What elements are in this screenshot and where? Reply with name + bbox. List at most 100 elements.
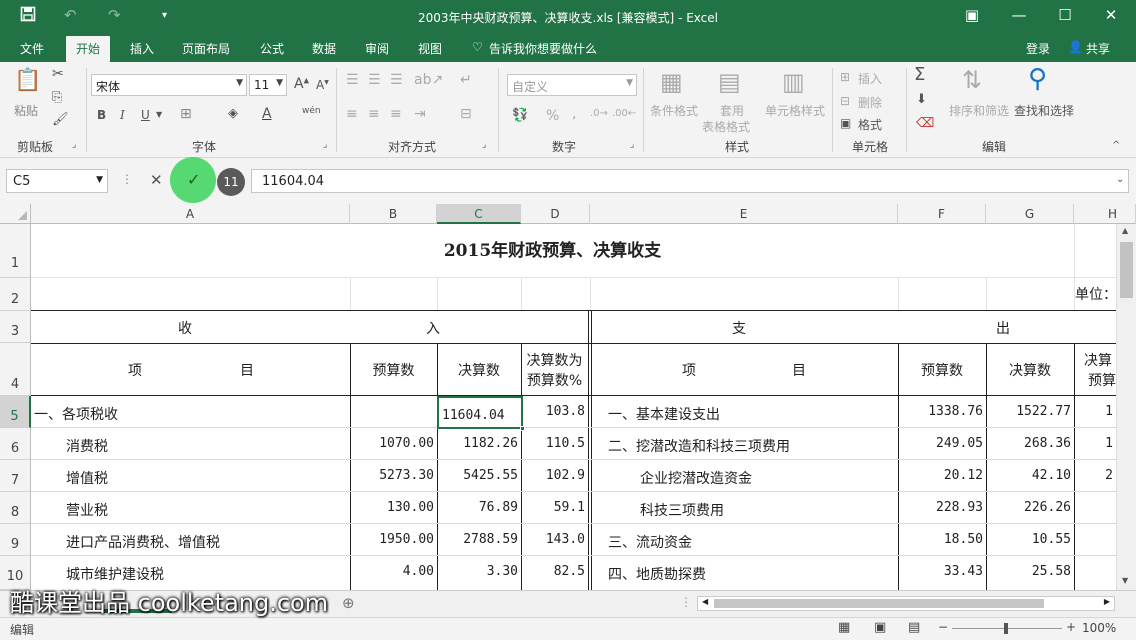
cell-b10[interactable]: 4.00 bbox=[351, 564, 437, 579]
clear-icon[interactable]: ⌫ bbox=[916, 116, 934, 131]
italic-button[interactable]: I bbox=[120, 108, 125, 122]
cell-h7[interactable]: 2 bbox=[1075, 468, 1116, 483]
tab-view[interactable]: 视图 bbox=[418, 40, 442, 57]
column-header-h[interactable]: H bbox=[1074, 204, 1136, 224]
zoom-level[interactable]: 100% bbox=[1082, 621, 1116, 635]
cell-f7[interactable]: 20.12 bbox=[899, 468, 986, 483]
underline-button[interactable]: U bbox=[141, 108, 150, 122]
currency-icon[interactable]: 💱 bbox=[512, 108, 528, 123]
column-header-g[interactable]: G bbox=[986, 204, 1074, 224]
paste-button[interactable]: 粘贴 bbox=[14, 102, 38, 119]
delete-cells-icon[interactable]: ⊟ bbox=[840, 94, 850, 108]
column-header-c[interactable]: C bbox=[437, 204, 521, 224]
font-size-select[interactable]: 11 ▼ bbox=[249, 74, 287, 96]
cell-d7[interactable]: 102.9 bbox=[522, 468, 588, 483]
border-icon[interactable]: ⊞ bbox=[180, 106, 192, 122]
enter-entry-button[interactable]: ✓ bbox=[187, 170, 200, 189]
vertical-scroll-thumb[interactable] bbox=[1120, 242, 1133, 298]
header-pct-right-line2[interactable]: 预算 bbox=[1088, 370, 1116, 390]
orientation-icon[interactable]: ab↗ bbox=[414, 72, 443, 88]
row-header-3[interactable]: 3 bbox=[0, 311, 31, 343]
cell-c8[interactable]: 76.89 bbox=[438, 500, 521, 515]
align-left-icon[interactable]: ≡ bbox=[346, 106, 358, 122]
cell-g10[interactable]: 25.58 bbox=[987, 564, 1074, 579]
collapse-ribbon-icon[interactable]: ^ bbox=[1112, 140, 1120, 151]
align-top-icon[interactable]: ☰ bbox=[346, 72, 359, 88]
cell-a9[interactable]: 进口产品消费税、增值税 bbox=[66, 532, 376, 552]
sort-filter-icon[interactable]: ⇅ bbox=[962, 66, 982, 94]
cell-f6[interactable]: 249.05 bbox=[899, 436, 986, 451]
cell-g8[interactable]: 226.26 bbox=[987, 500, 1074, 515]
cell-d9[interactable]: 143.0 bbox=[522, 532, 588, 547]
cell-c9[interactable]: 2788.59 bbox=[438, 532, 521, 547]
grow-font-icon[interactable]: A▲ bbox=[294, 76, 309, 92]
cell-d10[interactable]: 82.5 bbox=[522, 564, 588, 579]
income-label-left[interactable]: 收 bbox=[178, 318, 192, 338]
font-name-select[interactable]: 宋体 ▼ bbox=[91, 74, 247, 96]
row-header-4[interactable]: 4 bbox=[0, 343, 31, 396]
find-select-icon[interactable]: ⚲ bbox=[1028, 64, 1047, 94]
cut-icon[interactable]: ✂ bbox=[52, 66, 64, 82]
format-table-button-line1[interactable]: 套用 bbox=[720, 102, 744, 119]
alignment-launcher-icon[interactable]: ⌟ bbox=[482, 140, 486, 150]
page-break-view-icon[interactable]: ▤ bbox=[908, 620, 920, 635]
select-all-corner[interactable] bbox=[0, 204, 31, 224]
expense-label-left[interactable]: 支 bbox=[732, 318, 746, 338]
header-budget-left[interactable]: 预算数 bbox=[350, 360, 437, 380]
column-header-b[interactable]: B bbox=[350, 204, 437, 224]
wrap-text-icon[interactable]: ↵ bbox=[460, 72, 472, 88]
cell-d5[interactable]: 103.8 bbox=[522, 404, 588, 419]
delete-cells-button[interactable]: 删除 bbox=[858, 94, 882, 111]
copy-icon[interactable]: ⎘ bbox=[52, 90, 62, 105]
row-header-2[interactable]: 2 bbox=[0, 278, 31, 311]
row-header-7[interactable]: 7 bbox=[0, 460, 31, 492]
align-bottom-icon[interactable]: ☰ bbox=[390, 72, 403, 88]
comma-button[interactable]: , bbox=[572, 106, 576, 122]
cell-h5[interactable]: 1 bbox=[1075, 404, 1116, 419]
align-center-icon[interactable]: ≡ bbox=[368, 106, 380, 122]
header-pct-line1[interactable]: 决算数为 bbox=[521, 350, 588, 370]
maximize-icon[interactable]: ☐ bbox=[1050, 6, 1080, 24]
horizontal-scroll-thumb[interactable] bbox=[714, 599, 1044, 608]
row-header-8[interactable]: 8 bbox=[0, 492, 31, 524]
header-item-1-left[interactable]: 项 bbox=[128, 360, 142, 380]
cell-c7[interactable]: 5425.55 bbox=[438, 468, 521, 483]
header-pct-line2[interactable]: 预算数% bbox=[521, 370, 588, 390]
formula-input[interactable]: 11604.04 bbox=[251, 169, 1129, 193]
cell-styles-button[interactable]: 单元格样式 bbox=[765, 102, 825, 119]
vertical-scrollbar[interactable]: ▲ ▼ bbox=[1116, 224, 1136, 590]
cell-b9[interactable]: 1950.00 bbox=[351, 532, 437, 547]
header-item-1-right[interactable]: 项 bbox=[682, 360, 696, 380]
cell-styles-icon[interactable]: ▥ bbox=[782, 68, 805, 96]
format-table-button-line2[interactable]: 表格格式 bbox=[702, 118, 750, 135]
cell-e9[interactable]: 三、流动资金 bbox=[608, 532, 898, 552]
shrink-font-icon[interactable]: A▼ bbox=[316, 78, 329, 92]
find-select-button[interactable]: 查找和选择 bbox=[1014, 102, 1074, 119]
cell-e7[interactable]: 企业挖潜改造资金 bbox=[640, 468, 930, 488]
add-sheet-icon[interactable]: ⊕ bbox=[342, 594, 355, 612]
merge-center-icon[interactable]: ⊟ bbox=[460, 106, 472, 122]
tab-review[interactable]: 审阅 bbox=[365, 40, 389, 57]
cell-a5[interactable]: 一、各项税收 bbox=[34, 404, 344, 424]
tell-me-search[interactable]: 告诉我你想要做什么 bbox=[489, 40, 597, 57]
header-item-2-left[interactable]: 目 bbox=[240, 360, 254, 380]
font-launcher-icon[interactable]: ⌟ bbox=[323, 140, 327, 150]
row-header-5[interactable]: 5 bbox=[0, 396, 31, 428]
cell-e6[interactable]: 二、挖潜改造和科技三项费用 bbox=[608, 436, 898, 456]
cell-b6[interactable]: 1070.00 bbox=[351, 436, 437, 451]
format-cells-icon[interactable]: ▣ bbox=[840, 116, 851, 130]
cell-f8[interactable]: 228.93 bbox=[899, 500, 986, 515]
phonetic-button[interactable]: wén bbox=[302, 106, 321, 116]
active-cell-c5[interactable]: 11604.04 bbox=[437, 396, 525, 431]
row-header-1[interactable]: 1 bbox=[0, 224, 31, 278]
zoom-slider-thumb[interactable] bbox=[1004, 623, 1008, 634]
tab-formulas[interactable]: 公式 bbox=[260, 40, 284, 57]
login-link[interactable]: 登录 bbox=[1026, 40, 1050, 57]
cell-g9[interactable]: 10.55 bbox=[987, 532, 1074, 547]
tab-data[interactable]: 数据 bbox=[312, 40, 336, 57]
header-pct-right-line1[interactable]: 决算 bbox=[1084, 350, 1112, 370]
share-button[interactable]: 共享 bbox=[1086, 40, 1110, 57]
header-final-left[interactable]: 决算数 bbox=[437, 360, 521, 380]
cancel-entry-button[interactable]: ✕ bbox=[150, 171, 163, 189]
tab-split-grip-icon[interactable]: ⋮ bbox=[680, 595, 692, 609]
